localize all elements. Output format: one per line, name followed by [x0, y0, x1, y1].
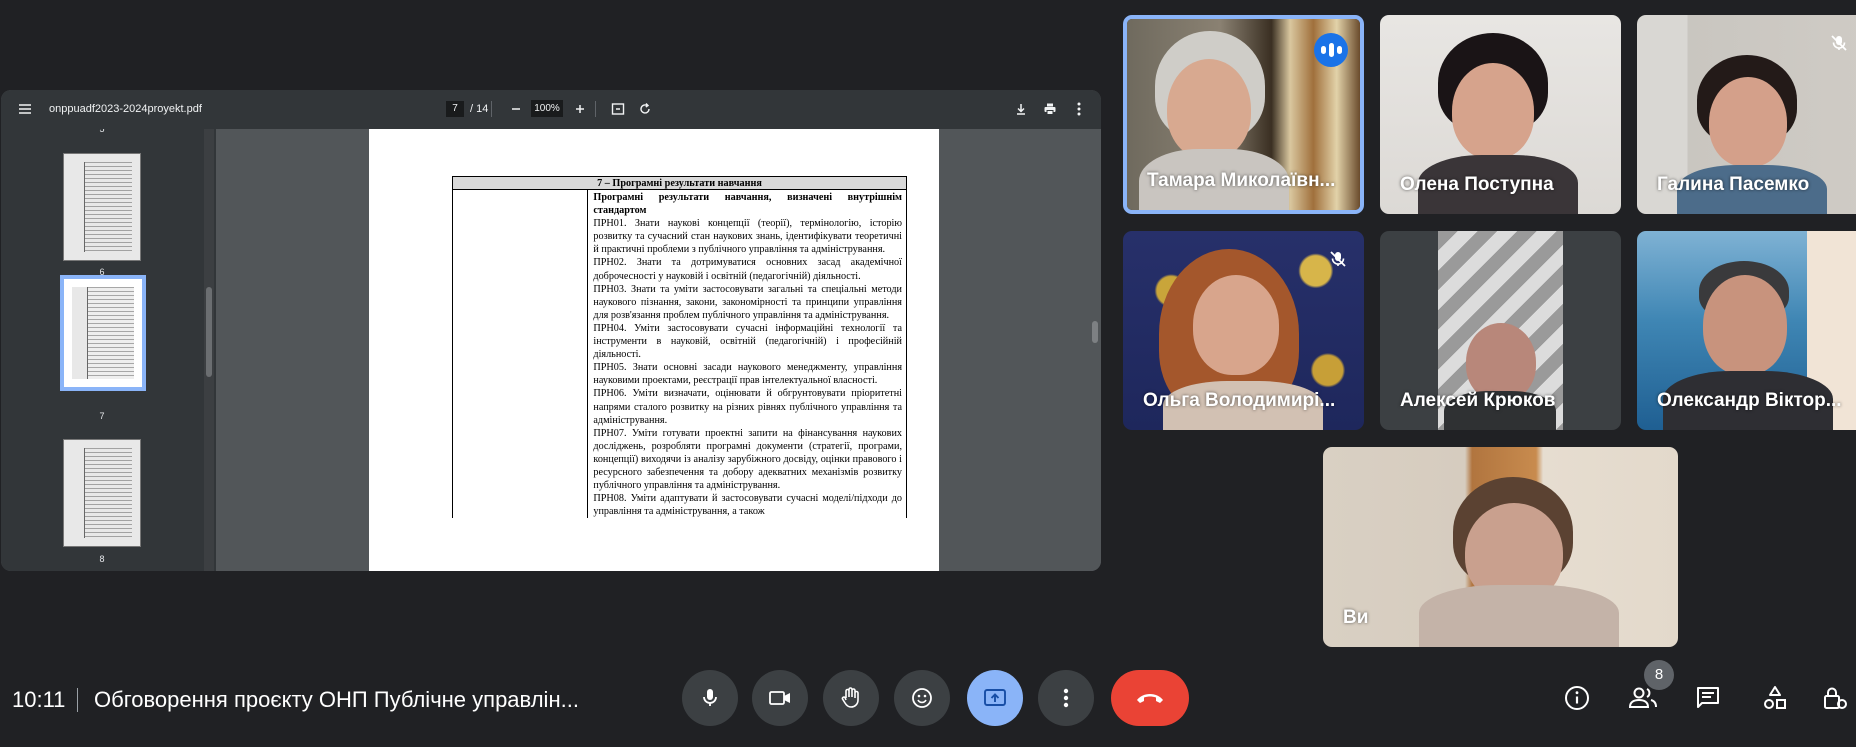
host-controls-button[interactable] [1820, 678, 1856, 718]
thumbnail-label: 7 [99, 411, 105, 421]
video-feed [1419, 585, 1619, 647]
participant-tile[interactable]: Олена Поступна [1380, 15, 1621, 214]
thumbnail-scrollbar[interactable] [204, 129, 214, 571]
paragraph: Програмні результати навчання, визначені… [593, 192, 902, 217]
paragraph: ПРН08. Уміти адаптувати й застосовувати … [593, 493, 902, 518]
camera-button[interactable] [752, 670, 808, 726]
menu-icon[interactable] [12, 96, 38, 122]
participant-tile[interactable]: Алексей Крюков [1380, 231, 1621, 430]
table-empty-column [453, 190, 589, 519]
bottom-divider [77, 688, 78, 712]
more-vert-icon[interactable] [1066, 96, 1092, 122]
toolbar-divider [491, 101, 492, 117]
video-feed [1452, 63, 1534, 159]
emoji-button[interactable] [894, 670, 950, 726]
page-thumbnail[interactable] [63, 439, 141, 547]
participant-name: Алексей Крюков [1400, 390, 1556, 411]
more-options-button[interactable] [1038, 670, 1094, 726]
video-feed [1709, 77, 1787, 167]
chat-icon [1697, 687, 1719, 708]
participant-tile[interactable]: Олександр Віктор... [1637, 231, 1856, 430]
self-view-tile[interactable]: Ви [1323, 447, 1678, 647]
present-screen-icon [984, 689, 1006, 706]
page-number-input[interactable]: 7 [446, 101, 464, 117]
meeting-info-button[interactable] [1557, 678, 1597, 718]
paragraph: ПРН03. Знати та уміти застосовувати зага… [593, 283, 902, 321]
emoji-icon [912, 688, 932, 708]
mic-button[interactable] [682, 670, 738, 726]
page-thumbnail[interactable] [63, 153, 141, 261]
mic-icon [703, 689, 717, 706]
info-icon [1565, 686, 1589, 710]
thumbnail-label: 5 [99, 129, 105, 134]
host-controls-icon [1824, 687, 1847, 709]
mic-off-icon [1324, 245, 1352, 273]
shared-pdf-viewer: onppuadf2023-2024proyekt.pdf 7 / 14 100% [1, 90, 1101, 571]
more-vert-icon [1063, 688, 1069, 708]
participant-name: Олена Поступна [1400, 174, 1554, 195]
call-end-icon [1137, 694, 1163, 703]
video-feed [1193, 275, 1279, 375]
document-scrollbar[interactable] [1089, 129, 1101, 571]
camera-icon [769, 691, 790, 705]
participant-tile[interactable]: Галина Пасемко [1637, 15, 1856, 214]
paragraph: ПРН06. Уміти визначати, оцінювати й обгр… [593, 388, 902, 426]
participant-tile[interactable]: Тамара Миколаївн... [1123, 15, 1364, 214]
page-thumbnail-selected[interactable] [60, 275, 146, 391]
activities-icon [1764, 686, 1786, 709]
toolbar-divider [595, 101, 596, 117]
page-indicator: 7 / 14 [446, 100, 488, 118]
pdf-toolbar: onppuadf2023-2024proyekt.pdf 7 / 14 100% [1, 90, 1101, 129]
pdf-file-name: onppuadf2023-2024proyekt.pdf [49, 103, 202, 115]
participant-name: Тамара Миколаївн... [1147, 170, 1336, 191]
table-text-column: Програмні результати навчання, визначені… [588, 190, 906, 518]
rotate-icon[interactable] [632, 96, 658, 122]
results-table: 7 – Програмні результати навчання Програ… [452, 176, 907, 519]
paragraph: ПРН01. Знати наукові концепції (теорії),… [593, 218, 902, 256]
meeting-title: Обговорення проєкту ОНП Публічне управлі… [94, 687, 579, 712]
zoom-level-input[interactable]: 100% [531, 100, 563, 117]
participant-name: Ви [1343, 607, 1369, 628]
mic-off-icon [1825, 29, 1853, 57]
paragraph: ПРН05. Знати основні засади наукового ме… [593, 362, 902, 387]
activities-button[interactable] [1755, 678, 1795, 718]
bottom-bar: 10:11 Обговорення проєкту ОНП Публічне у… [0, 660, 1856, 740]
pdf-page: 7 – Програмні результати навчання Програ… [369, 129, 939, 571]
print-icon[interactable] [1037, 96, 1063, 122]
raise-hand-button[interactable] [823, 670, 879, 726]
participant-name: Галина Пасемко [1657, 174, 1810, 195]
participant-count-badge: 8 [1644, 660, 1674, 690]
paragraph: ПРН02. Знати та дотримуватися основних з… [593, 257, 902, 282]
raise-hand-icon [841, 687, 859, 708]
paragraph: ПРН07. Уміти готувати проектні запити на… [593, 427, 902, 492]
download-icon[interactable] [1008, 96, 1034, 122]
speaking-indicator-icon [1314, 33, 1348, 67]
participant-name: Ольга Володимирі... [1143, 390, 1336, 411]
meet-window: onppuadf2023-2024proyekt.pdf 7 / 14 100% [0, 0, 1856, 747]
chat-button[interactable] [1688, 678, 1728, 718]
video-feed [1703, 275, 1787, 375]
table-heading: 7 – Програмні результати навчання [453, 176, 906, 190]
leave-call-button[interactable] [1111, 670, 1189, 726]
thumbnail-label: 8 [99, 554, 105, 564]
thumbnail-sidebar: 5 6 7 8 [1, 129, 216, 571]
zoom-in-button[interactable] [567, 96, 593, 122]
zoom-out-button[interactable] [503, 96, 529, 122]
present-button[interactable] [967, 670, 1023, 726]
video-feed [1167, 59, 1251, 159]
paragraph: ПРН04. Уміти застосовувати сучасні інфор… [593, 322, 902, 361]
fit-page-icon[interactable] [605, 96, 631, 122]
participant-name: Олександр Віктор... [1657, 390, 1842, 411]
page-total: / 14 [470, 103, 489, 115]
clock: 10:11 [12, 687, 66, 712]
document-area: 7 – Програмні результати навчання Програ… [216, 129, 1101, 571]
participant-tile[interactable]: Ольга Володимирі... [1123, 231, 1364, 430]
